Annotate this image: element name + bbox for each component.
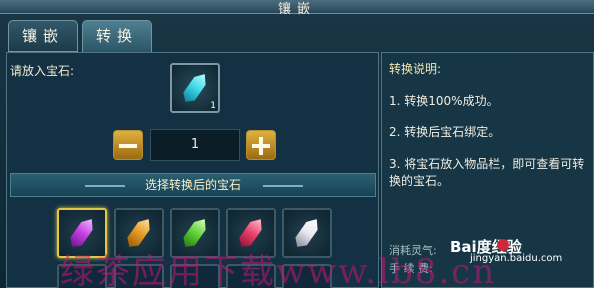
insert-gem-label: 请放入宝石: — [10, 64, 75, 78]
increase-button[interactable] — [246, 130, 276, 160]
instruction-2: 2. 转换后宝石绑定。 — [389, 125, 501, 139]
title-bar: 镶嵌 — [0, 0, 594, 17]
source-gem-slot[interactable]: 1 — [170, 63, 220, 113]
choose-gem-header: 选择转换后的宝石 — [10, 173, 376, 197]
window-title: 镶嵌 — [277, 2, 316, 17]
watermark-text: 绿茶应用下载www.lb8.cn — [60, 252, 497, 288]
slot-quantity: 1 — [210, 101, 216, 111]
tab-convert[interactable]: 转换 — [82, 20, 152, 52]
baidu-url: jingyan.baidu.com — [470, 253, 563, 264]
gem-window: 镶嵌 镶嵌 转换 请放入宝石: 1 1 选择转换后的宝石 转换说明: 1. 转换… — [0, 0, 594, 288]
paw-icon — [497, 239, 509, 251]
tab-inlay[interactable]: 镶嵌 — [8, 20, 78, 52]
instructions-title: 转换说明: — [389, 62, 442, 76]
decrease-button[interactable] — [113, 130, 143, 160]
ornament-left — [85, 185, 125, 187]
instruction-3: 3. 将宝石放入物品栏，即可查看可转换的宝石。 — [389, 157, 585, 188]
baidu-logo: Bai度经验 jingyan.baidu.com — [450, 236, 594, 266]
choose-gem-label: 选择转换后的宝石 — [144, 178, 241, 192]
ornament-right — [263, 185, 303, 187]
instruction-1: 1. 转换100%成功。 — [389, 94, 499, 108]
quantity-field[interactable]: 1 — [150, 129, 240, 161]
minus-icon — [119, 144, 137, 148]
cyan-crystal-icon — [180, 70, 211, 106]
